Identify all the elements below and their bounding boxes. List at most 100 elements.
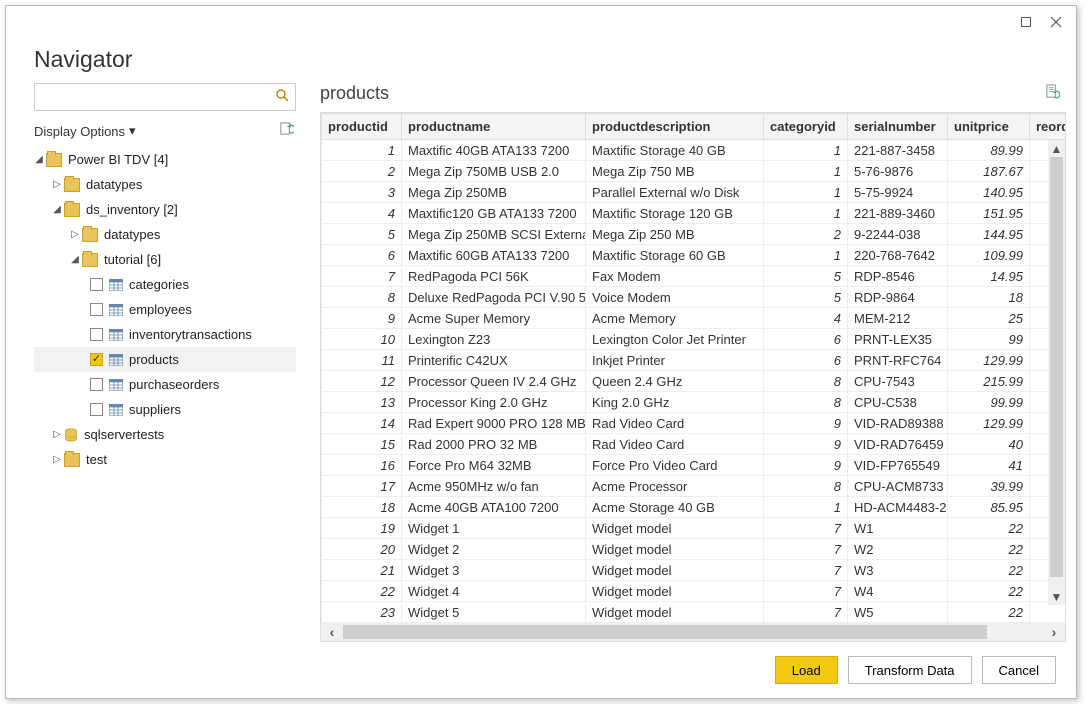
cell-productdescription: Widget model xyxy=(586,581,764,602)
table-row[interactable]: 20Widget 2Widget model7W222 xyxy=(322,539,1066,560)
cell-productname: Rad 2000 PRO 32 MB xyxy=(402,434,586,455)
table-row[interactable]: 6Maxtific 60GB ATA133 7200Maxtific Stora… xyxy=(322,245,1066,266)
table-row[interactable]: 1Maxtific 40GB ATA133 7200Maxtific Stora… xyxy=(322,140,1066,161)
cell-productname: Acme 950MHz w/o fan xyxy=(402,476,586,497)
cell-unitprice: 41 xyxy=(948,455,1030,476)
scroll-thumb[interactable] xyxy=(343,625,987,639)
transform-data-button[interactable]: Transform Data xyxy=(848,656,972,684)
table-row[interactable]: 3Mega Zip 250MBParallel External w/o Dis… xyxy=(322,182,1066,203)
preview-options-icon[interactable] xyxy=(1045,84,1060,104)
table-row[interactable]: 21Widget 3Widget model7W322 xyxy=(322,560,1066,581)
table-row[interactable]: 8Deluxe RedPagoda PCI V.90 56KVoice Mode… xyxy=(322,287,1066,308)
cell-productid: 2 xyxy=(322,161,402,182)
cell-unitprice: 215.99 xyxy=(948,371,1030,392)
collapse-icon[interactable]: ◢ xyxy=(52,204,62,215)
cell-productid: 22 xyxy=(322,581,402,602)
col-header-serialnumber[interactable]: serialnumber xyxy=(848,114,948,140)
tree-node-root[interactable]: ◢Power BI TDV [4] xyxy=(34,147,296,172)
expand-icon[interactable]: ▷ xyxy=(52,179,62,190)
cell-productdescription: Acme Processor xyxy=(586,476,764,497)
table-row[interactable]: 12Processor Queen IV 2.4 GHzQueen 2.4 GH… xyxy=(322,371,1066,392)
table-row[interactable]: 16Force Pro M64 32MBForce Pro Video Card… xyxy=(322,455,1066,476)
expand-icon[interactable]: ▷ xyxy=(70,229,80,240)
tree-leaf-products[interactable]: products xyxy=(34,347,296,372)
tree-label: sqlservertests xyxy=(84,427,164,442)
table-row[interactable]: 13Processor King 2.0 GHzKing 2.0 GHz8CPU… xyxy=(322,392,1066,413)
collapse-icon[interactable]: ◢ xyxy=(34,154,44,165)
scroll-thumb[interactable] xyxy=(1050,157,1063,577)
search-box[interactable] xyxy=(34,83,296,111)
window-restore-button[interactable] xyxy=(1016,14,1036,30)
table-row[interactable]: 15Rad 2000 PRO 32 MBRad Video Card9VID-R… xyxy=(322,434,1066,455)
col-header-productname[interactable]: productname xyxy=(402,114,586,140)
table-row[interactable]: 17Acme 950MHz w/o fanAcme Processor8CPU-… xyxy=(322,476,1066,497)
table-row[interactable]: 9Acme Super MemoryAcme Memory4MEM-21225 xyxy=(322,308,1066,329)
cell-productname: Mega Zip 250MB SCSI External xyxy=(402,224,586,245)
checkbox[interactable] xyxy=(90,328,103,341)
scroll-down-icon[interactable]: ▼ xyxy=(1048,588,1065,605)
table-row[interactable]: 22Widget 4Widget model7W422 xyxy=(322,581,1066,602)
checkbox[interactable] xyxy=(90,378,103,391)
tree-leaf-categories[interactable]: categories xyxy=(34,272,296,297)
tree-node-test[interactable]: ▷test xyxy=(34,447,296,472)
refresh-icon[interactable] xyxy=(279,121,294,141)
grid-header-row: productid productname productdescription… xyxy=(322,114,1066,140)
cell-serialnumber: 221-889-3460 xyxy=(848,203,948,224)
table-row[interactable]: 11Printerific C42UXInkjet Printer6PRNT-R… xyxy=(322,350,1066,371)
tree-leaf-suppliers[interactable]: suppliers xyxy=(34,397,296,422)
scroll-up-icon[interactable]: ▲ xyxy=(1048,140,1065,157)
search-input[interactable] xyxy=(41,90,275,105)
col-header-reorder[interactable]: reord xyxy=(1030,114,1066,140)
tree-node-tutorial[interactable]: ◢tutorial [6] xyxy=(34,247,296,272)
cell-productdescription: Lexington Color Jet Printer xyxy=(586,329,764,350)
collapse-icon[interactable]: ◢ xyxy=(70,254,80,265)
checkbox-checked[interactable] xyxy=(90,353,103,366)
cell-serialnumber: PRNT-LEX35 xyxy=(848,329,948,350)
cell-unitprice: 14.95 xyxy=(948,266,1030,287)
tree-node-dsinventory[interactable]: ◢ds_inventory [2] xyxy=(34,197,296,222)
table-row[interactable]: 5Mega Zip 250MB SCSI ExternalMega Zip 25… xyxy=(322,224,1066,245)
load-button[interactable]: Load xyxy=(775,656,838,684)
tree-leaf-employees[interactable]: employees xyxy=(34,297,296,322)
tree-node-datatypes[interactable]: ▷datatypes xyxy=(34,172,296,197)
cell-productid: 5 xyxy=(322,224,402,245)
table-row[interactable]: 18Acme 40GB ATA100 7200Acme Storage 40 G… xyxy=(322,497,1066,518)
checkbox[interactable] xyxy=(90,403,103,416)
scroll-right-icon[interactable]: › xyxy=(1043,624,1065,640)
display-options-dropdown[interactable]: Display Options ▾ xyxy=(34,123,136,139)
tree-node-datatypes2[interactable]: ▷datatypes xyxy=(34,222,296,247)
table-row[interactable]: 7RedPagoda PCI 56KFax Modem5RDP-854614.9… xyxy=(322,266,1066,287)
table-row[interactable]: 14Rad Expert 9000 PRO 128 MBRad Video Ca… xyxy=(322,413,1066,434)
cell-productdescription: Rad Video Card xyxy=(586,434,764,455)
expand-icon[interactable]: ▷ xyxy=(52,454,62,465)
table-icon xyxy=(109,404,123,416)
col-header-unitprice[interactable]: unitprice xyxy=(948,114,1030,140)
nav-tree: ◢Power BI TDV [4] ▷datatypes ◢ds_invento… xyxy=(34,147,296,642)
expand-icon[interactable]: ▷ xyxy=(52,429,62,440)
table-row[interactable]: 2Mega Zip 750MB USB 2.0Mega Zip 750 MB15… xyxy=(322,161,1066,182)
checkbox[interactable] xyxy=(90,303,103,316)
window-close-button[interactable] xyxy=(1046,14,1066,30)
col-header-productdescription[interactable]: productdescription xyxy=(586,114,764,140)
cell-categoryid: 9 xyxy=(764,434,848,455)
table-row[interactable]: 23Widget 5Widget model7W522 xyxy=(322,602,1066,623)
table-row[interactable]: 4Maxtific120 GB ATA133 7200Maxtific Stor… xyxy=(322,203,1066,224)
tree-node-sqlservertests[interactable]: ▷ sqlservertests xyxy=(34,422,296,447)
cell-unitprice: 89.99 xyxy=(948,140,1030,161)
preview-pane: products productid productname productde… xyxy=(320,83,1066,642)
checkbox[interactable] xyxy=(90,278,103,291)
cell-categoryid: 7 xyxy=(764,581,848,602)
table-row[interactable]: 19Widget 1Widget model7W122 xyxy=(322,518,1066,539)
horizontal-scrollbar[interactable]: ‹ › xyxy=(321,623,1065,641)
vertical-scrollbar[interactable]: ▲ ▼ xyxy=(1048,140,1065,605)
scroll-left-icon[interactable]: ‹ xyxy=(321,624,343,640)
folder-icon xyxy=(64,178,80,192)
table-row[interactable]: 10Lexington Z23Lexington Color Jet Print… xyxy=(322,329,1066,350)
cell-productid: 8 xyxy=(322,287,402,308)
cell-serialnumber: 221-887-3458 xyxy=(848,140,948,161)
cancel-button[interactable]: Cancel xyxy=(982,656,1056,684)
col-header-productid[interactable]: productid xyxy=(322,114,402,140)
tree-leaf-purchaseorders[interactable]: purchaseorders xyxy=(34,372,296,397)
col-header-categoryid[interactable]: categoryid xyxy=(764,114,848,140)
tree-leaf-inventorytransactions[interactable]: inventorytransactions xyxy=(34,322,296,347)
